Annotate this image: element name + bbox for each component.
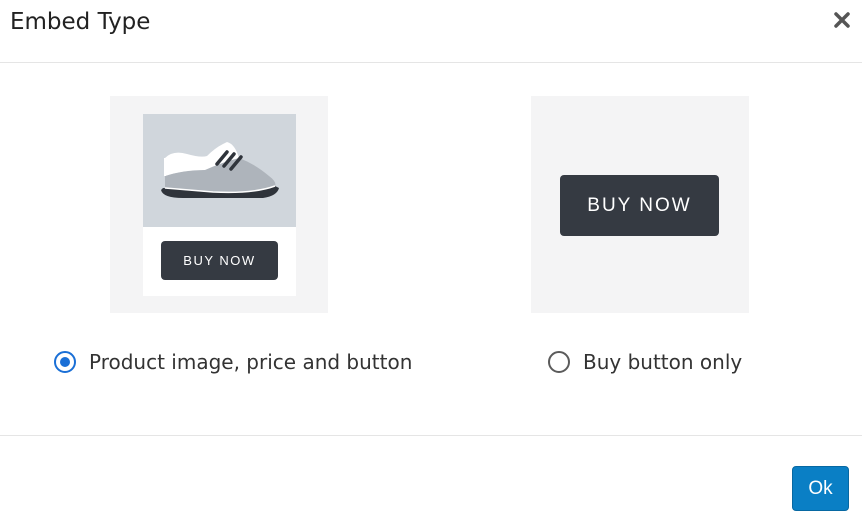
dialog-footer: Ok xyxy=(0,435,862,521)
option-label-product-image: Product image, price and button xyxy=(89,350,413,374)
option-product-image[interactable]: Product image, price and button xyxy=(54,349,412,375)
radio-product-image[interactable] xyxy=(54,351,76,373)
preview-product-card[interactable]: BUY NOW xyxy=(110,96,328,313)
preview-buy-now-button-large: BUY NOW xyxy=(560,175,719,236)
sneaker-icon xyxy=(161,142,279,198)
dialog-title: Embed Type xyxy=(10,9,151,35)
product-image xyxy=(143,114,296,227)
dialog-header: Embed Type xyxy=(0,0,862,63)
product-card: BUY NOW xyxy=(143,114,296,296)
close-icon[interactable] xyxy=(828,6,856,34)
option-buy-button-only[interactable]: Buy button only xyxy=(548,349,742,375)
ok-button[interactable]: Ok xyxy=(792,466,849,511)
preview-button-only[interactable]: BUY NOW xyxy=(531,96,749,313)
preview-buy-now-button: BUY NOW xyxy=(161,241,278,280)
radio-buy-button-only[interactable] xyxy=(548,351,570,373)
option-label-buy-button-only: Buy button only xyxy=(583,350,743,374)
